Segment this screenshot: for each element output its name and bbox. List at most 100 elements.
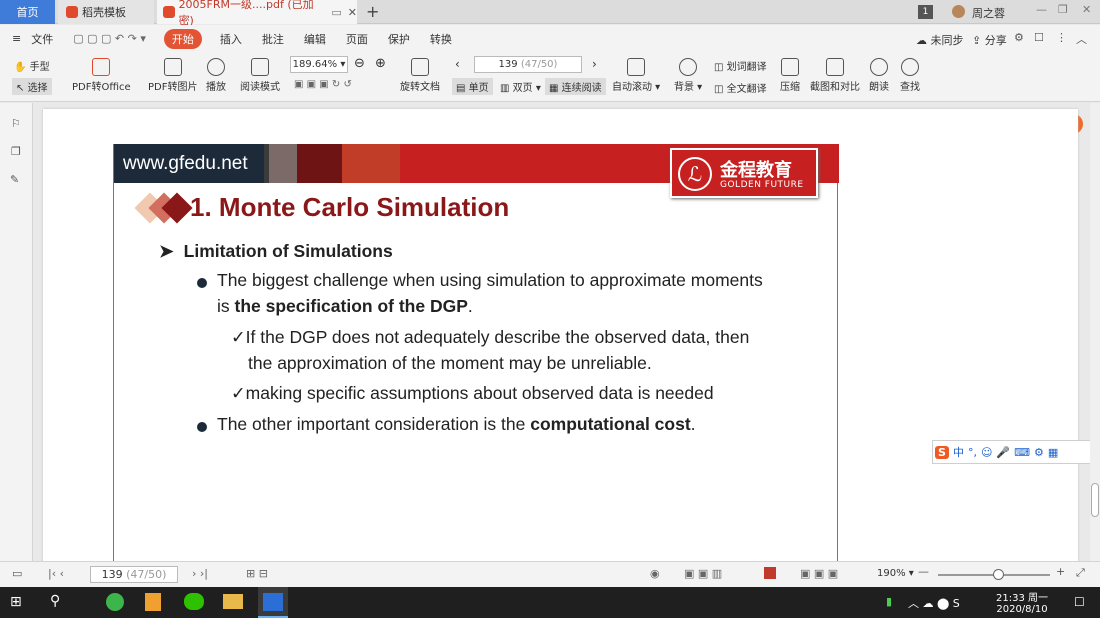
user-name[interactable]: 周之蓉 <box>972 5 1005 21</box>
zoom-out-icon[interactable]: ⊖ <box>354 56 365 71</box>
menu-insert[interactable]: 插入 <box>210 31 252 47</box>
minimize-icon[interactable]: — <box>1036 3 1047 16</box>
notification-icon[interactable]: ☐ <box>1074 595 1085 609</box>
status-zoom[interactable]: 190% ▾ <box>877 568 914 579</box>
bullet-dot-icon <box>197 278 207 288</box>
tab-pdf[interactable]: 2005FRM一级....pdf (已加密) ▭ ✕ <box>157 0 357 27</box>
next-page-icon[interactable]: › <box>592 57 597 71</box>
zoom-in-status-icon[interactable]: + <box>1056 565 1065 578</box>
ime-lang[interactable]: 中 <box>953 444 964 460</box>
layout-icons[interactable]: ▣ ▣ ▥ <box>684 567 722 580</box>
window-count-badge[interactable]: 1 <box>918 5 933 19</box>
wps-task[interactable] <box>258 587 288 618</box>
menu-page[interactable]: 页面 <box>336 31 378 47</box>
zoom-slider-thumb[interactable] <box>993 569 1004 580</box>
continuous-button[interactable]: ▦ 连续阅读 <box>545 78 606 95</box>
single-page-button[interactable]: ▤ 单页 <box>452 78 493 95</box>
browser-icon[interactable] <box>106 593 124 611</box>
eye-icon[interactable]: ◉ <box>650 567 660 580</box>
pin-icon[interactable]: ▭ <box>331 6 341 19</box>
vertical-scrollbar[interactable] <box>1090 103 1100 561</box>
restore-icon[interactable]: ❐ <box>1058 3 1068 16</box>
new-tab-button[interactable]: + <box>366 2 379 21</box>
tray-icons[interactable]: ︿ ☁ ⬤ S <box>908 595 960 611</box>
sogou-icon[interactable]: S <box>935 445 949 459</box>
fullscreen-icon[interactable]: ⤢ <box>1076 566 1085 580</box>
zoom-select[interactable]: 189.64% ▾ <box>290 56 348 73</box>
voice-icon[interactable]: 🎤 <box>996 446 1010 459</box>
double-page-button[interactable]: ▥ 双页 ▾ <box>500 79 541 94</box>
read-mode-button[interactable]: 阅读模式 <box>240 58 280 93</box>
thumbnail-icon[interactable]: ❐ <box>11 145 21 158</box>
fit-icons[interactable]: ▣ ▣ ▣ <box>800 567 838 580</box>
full-translate-button[interactable]: ◫ 全文翻译 <box>714 80 767 95</box>
close-window-icon[interactable]: ✕ <box>1082 3 1091 16</box>
word-translate-button[interactable]: ◫ 划词翻译 <box>714 58 767 73</box>
status-page-input[interactable]: 139 (47/50) <box>90 566 178 583</box>
zoom-out-status-icon[interactable]: — <box>918 565 929 578</box>
menu-annotate[interactable]: 批注 <box>252 31 294 47</box>
screenshot-button[interactable]: 截图和对比 <box>810 58 860 93</box>
add-page-icon[interactable]: ⊞ ⊟ <box>246 567 268 580</box>
zoom-in-icon[interactable]: ⊕ <box>375 56 386 71</box>
folder-icon[interactable] <box>223 594 243 609</box>
scroll-thumb[interactable] <box>1091 483 1099 517</box>
prev-page-icon[interactable]: ‹ <box>455 57 460 71</box>
pdf-to-office-button[interactable]: PDF转Office <box>72 58 131 93</box>
sidebar-toggle-icon[interactable]: ▭ <box>12 567 22 580</box>
apps-icon[interactable]: ▦ <box>1048 446 1058 459</box>
annotation-icon[interactable]: ✎ <box>10 173 19 186</box>
page-input[interactable]: 139 (47/50) <box>474 56 582 73</box>
rotate-icon <box>411 58 429 76</box>
tab-home[interactable]: 首页 <box>0 0 55 24</box>
find-button[interactable]: 查找 <box>900 58 920 93</box>
avatar[interactable] <box>952 5 965 18</box>
ime-toolbar[interactable]: S 中 °, ☺ 🎤 ⌨ ⚙ ▦ <box>932 440 1100 464</box>
background-label: 背景 <box>674 82 694 93</box>
skin-icon[interactable]: ⚙ <box>1034 446 1044 459</box>
message-icon[interactable]: ☐ <box>1034 31 1044 44</box>
share-button[interactable]: ⇪ 分享 <box>972 32 1007 48</box>
background-button[interactable]: 背景 ▾ <box>674 58 702 93</box>
app-icon[interactable] <box>145 593 161 611</box>
pdf-to-image-button[interactable]: PDF转图片 <box>148 58 197 93</box>
screenshot-icon <box>826 58 844 76</box>
battery-icon[interactable]: ▮ <box>886 595 892 608</box>
last-page-icon[interactable]: › ›| <box>192 567 208 580</box>
document-area[interactable]: ✎ www.gfedu.net ℒ 金程教育 GOLDEN FUTURE 1. … <box>33 103 1090 574</box>
more-icon[interactable]: ⋮ <box>1056 31 1067 44</box>
sync-status[interactable]: ☁ 未同步 <box>916 32 964 48</box>
toolbar-quick-icons[interactable]: ▢ ▢ ▢ ↶ ↷ ▾ <box>63 32 156 45</box>
play-button[interactable]: 播放 <box>206 58 226 93</box>
emoji-icon[interactable]: ☺ <box>981 446 992 459</box>
hand-tool[interactable]: ✋ 手型 <box>14 58 50 73</box>
windows-start-icon[interactable]: ⊞ <box>10 594 22 610</box>
tab-docer[interactable]: 稻壳模板 <box>58 0 154 24</box>
rotate-label: 旋转文档 <box>400 82 440 93</box>
slide: www.gfedu.net ℒ 金程教育 GOLDEN FUTURE 1. Mo… <box>113 144 839 574</box>
auto-scroll-button[interactable]: 自动滚动 ▾ <box>612 58 660 93</box>
first-page-icon[interactable]: |‹ ‹ <box>48 567 64 580</box>
menu-file[interactable]: 文件 <box>31 31 63 47</box>
search-taskbar-icon[interactable]: ⚲ <box>50 593 60 609</box>
wechat-icon[interactable] <box>184 593 204 610</box>
clock[interactable]: 21:33 周一 2020/8/10 <box>996 589 1048 615</box>
bookmark-icon[interactable]: ⚐ <box>11 117 21 130</box>
compress-button[interactable]: 压缩 <box>780 58 800 93</box>
view-fit-icons[interactable]: ▣ ▣ ▣ ↻ ↺ <box>294 79 352 90</box>
menu-start[interactable]: 开始 <box>163 28 202 49</box>
keyboard-icon[interactable]: ⌨ <box>1014 446 1030 459</box>
punct-icon[interactable]: °, <box>968 446 977 459</box>
play-slides-icon[interactable] <box>764 567 776 579</box>
close-tab-icon[interactable]: ✕ <box>348 6 357 19</box>
read-aloud-label: 朗读 <box>869 82 889 93</box>
hamburger-icon[interactable]: ≡ <box>0 32 31 45</box>
menu-protect[interactable]: 保护 <box>378 31 420 47</box>
settings-icon[interactable]: ⚙ <box>1014 31 1024 44</box>
select-tool[interactable]: ↖ 选择 <box>12 78 52 95</box>
menu-edit[interactable]: 编辑 <box>294 31 336 47</box>
rotate-button[interactable]: 旋转文档 <box>400 58 440 93</box>
collapse-ribbon-icon[interactable]: ︿ <box>1076 31 1087 47</box>
read-aloud-button[interactable]: 朗读 <box>869 58 889 93</box>
menu-convert[interactable]: 转换 <box>420 31 462 47</box>
